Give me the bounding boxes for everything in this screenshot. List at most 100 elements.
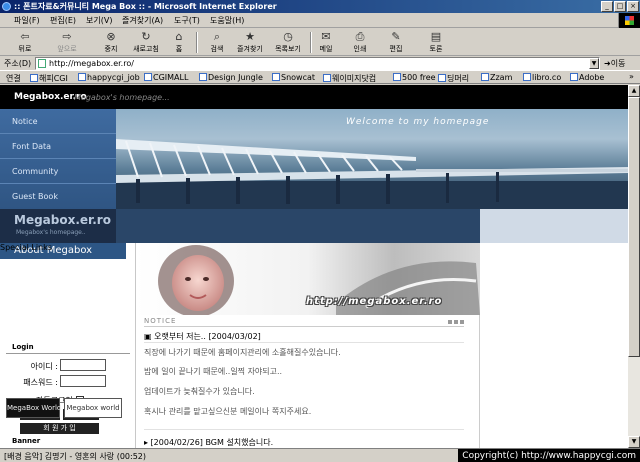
link-page-icon [481,73,489,81]
site-logo[interactable]: Megabox.er.ro [14,213,111,227]
post-body-line: 혹시나 관리를 맡고싶으신분 메일이나 쪽지주세요. [144,407,312,416]
divider [144,342,464,343]
link-item[interactable]: libro.co [523,73,561,82]
link-item[interactable]: 딩머리 [438,73,469,84]
link-item[interactable]: CGIMALL [144,73,188,82]
search-button[interactable]: ⌕ 검색 [204,30,230,55]
history-button[interactable]: ◷ 목록보기 [270,30,306,55]
post-icon: ▣ [144,332,155,341]
login-button[interactable]: 로그인하기 [20,409,60,420]
page-viewport: Megabox.er.ro Megabox's homepage... Noti… [0,85,628,448]
header-banner-image: Welcome to my homepage [116,109,628,209]
refresh-button[interactable]: ↻ 새로고침 [128,30,164,55]
link-page-icon [393,73,401,81]
favorites-icon: ★ [245,30,255,43]
link-page-icon [30,74,38,82]
mail-button[interactable]: ✉ 메일 [314,30,338,55]
page-icon [38,59,46,68]
id-input[interactable] [60,359,106,371]
links-more-button[interactable]: » [629,72,634,81]
link-page-icon [323,74,331,82]
menu-edit[interactable]: 편집(E) [50,15,76,26]
forward-arrow-icon: ⇨ [62,30,72,43]
home-icon: ⌂ [175,30,183,43]
link-page-icon [78,73,86,81]
edit-button[interactable]: ✎ 편집 [384,30,408,55]
divider [144,429,464,430]
discuss-button[interactable]: ▤ 토론 [424,30,448,55]
link-item[interactable]: Snowcat [272,73,315,82]
address-input[interactable]: http://megabox.er.ro/ [35,57,600,70]
window-title: :: 폰트자료&커뮤니티 Mega Box :: - Microsoft Int… [14,2,277,11]
post-title[interactable]: ▸ [2004/02/26] BGM 설치했습니다. [144,437,273,448]
history-icon: ◷ [283,30,293,43]
print-button[interactable]: ⎙ 인쇄 [348,30,372,55]
nav-item-notice[interactable]: Notice [0,109,116,134]
notice-dots-icon [448,320,464,324]
maximize-button[interactable]: □ [614,1,626,12]
site-logo-subtitle: Megabox's homepage.. [16,229,86,236]
menu-tools[interactable]: 도구(T) [174,15,200,26]
link-page-icon [199,73,207,81]
site-nav: Notice Font Data Community Guest Book [0,109,116,209]
site-subtitle: Megabox's homepage... [74,93,170,102]
url-watermark: http://megabox.er.ro [306,296,443,307]
refresh-icon: ↻ [141,30,151,43]
logo-band: Megabox.er.ro Megabox's homepage.. [0,209,628,243]
menu-view[interactable]: 보기(V) [86,15,112,26]
link-item[interactable]: Design Jungle [199,73,263,82]
main-content: http://megabox.er.ro NOTICE ▣ 오랫부터 저는.. … [136,243,480,448]
print-icon: ⎙ [355,30,365,43]
link-page-icon [438,74,446,82]
find-password-button[interactable]: 비번찾기 [63,409,99,420]
link-item[interactable]: 웨이미지닷컴 [323,73,376,84]
scroll-up-button[interactable]: ▲ [628,85,640,97]
notice-title: NOTICE [144,317,177,325]
address-bar: 주소(D) http://megabox.er.ro/ ▼ ➜이동 [0,57,640,70]
link-item[interactable]: 해피CGI [30,73,68,84]
nav-item-font-data[interactable]: Font Data [0,134,116,159]
back-button[interactable]: ⇦ 뒤로 [10,30,40,55]
link-item[interactable]: Adobe [570,73,604,82]
menu-help[interactable]: 도움말(H) [210,15,244,26]
menu-bar: 파일(F) 편집(E) 보기(V) 즐겨찾기(A) 도구(T) 도움말(H) [0,13,640,28]
toolbar-separator [310,32,312,53]
auto-login-checkbox[interactable] [76,396,84,404]
status-bar: [배경 음악] 김명기 - 영혼의 사랑 (00:52) Copyright(c… [0,448,640,462]
link-item[interactable]: Zzam [481,73,512,82]
favorites-button[interactable]: ★ 즐겨찾기 [232,30,268,55]
nav-item-guest-book[interactable]: Guest Book [0,184,116,209]
close-button[interactable]: × [627,1,639,12]
page-header: Megabox.er.ro Megabox's homepage... [0,85,628,109]
link-item[interactable]: happycgi_job [78,73,140,82]
post-body-line: 직장에 나가기 때문에 홈페이지관리에 소홀해질수있습니다. [144,348,341,357]
window-title-bar[interactable]: :: 폰트자료&커뮤니티 Mega Box :: - Microsoft Int… [0,0,640,13]
join-button[interactable]: 회 원 가 입 [20,423,99,434]
password-input[interactable] [60,375,106,387]
go-button[interactable]: ➜이동 [604,58,625,69]
windows-flag-icon [618,13,640,28]
scroll-thumb[interactable] [628,97,640,357]
scroll-down-button[interactable]: ▼ [628,436,640,448]
link-item[interactable]: 500 free [393,73,436,82]
about-heading[interactable]: About Megabox [0,243,126,259]
links-bar: 연결 해피CGI happycgi_job CGIMALL Design Jun… [0,70,640,84]
post-body-line: 밤에 일이 끝나기 때문에..일찍 자야되고.. [144,367,283,376]
home-button[interactable]: ⌂ 홈 [168,30,190,55]
post-body-line: 업데이트가 늦춰질수가 있습니다. [144,387,255,396]
minimize-button[interactable]: _ [601,1,613,12]
nav-item-community[interactable]: Community [0,159,116,184]
address-dropdown-button[interactable]: ▼ [589,58,599,69]
right-column [480,243,628,448]
menu-favorites[interactable]: 즐겨찾기(A) [122,15,163,26]
stop-button[interactable]: ⊗ 중지 [98,30,124,55]
address-label: 주소(D) [4,59,32,68]
vertical-scrollbar[interactable]: ▲ ▼ [628,85,640,448]
divider [144,326,464,327]
menu-file[interactable]: 파일(F) [14,15,40,26]
post-title[interactable]: ▣ 오랫부터 저는.. [2004/03/02] [144,331,261,342]
link-page-icon [272,73,280,81]
copyright-label: Copyright(c) http://www.happycgi.com [458,449,640,462]
banner-title: Banner [12,437,41,445]
forward-button[interactable]: ⇨ 앞으로 [50,30,84,55]
